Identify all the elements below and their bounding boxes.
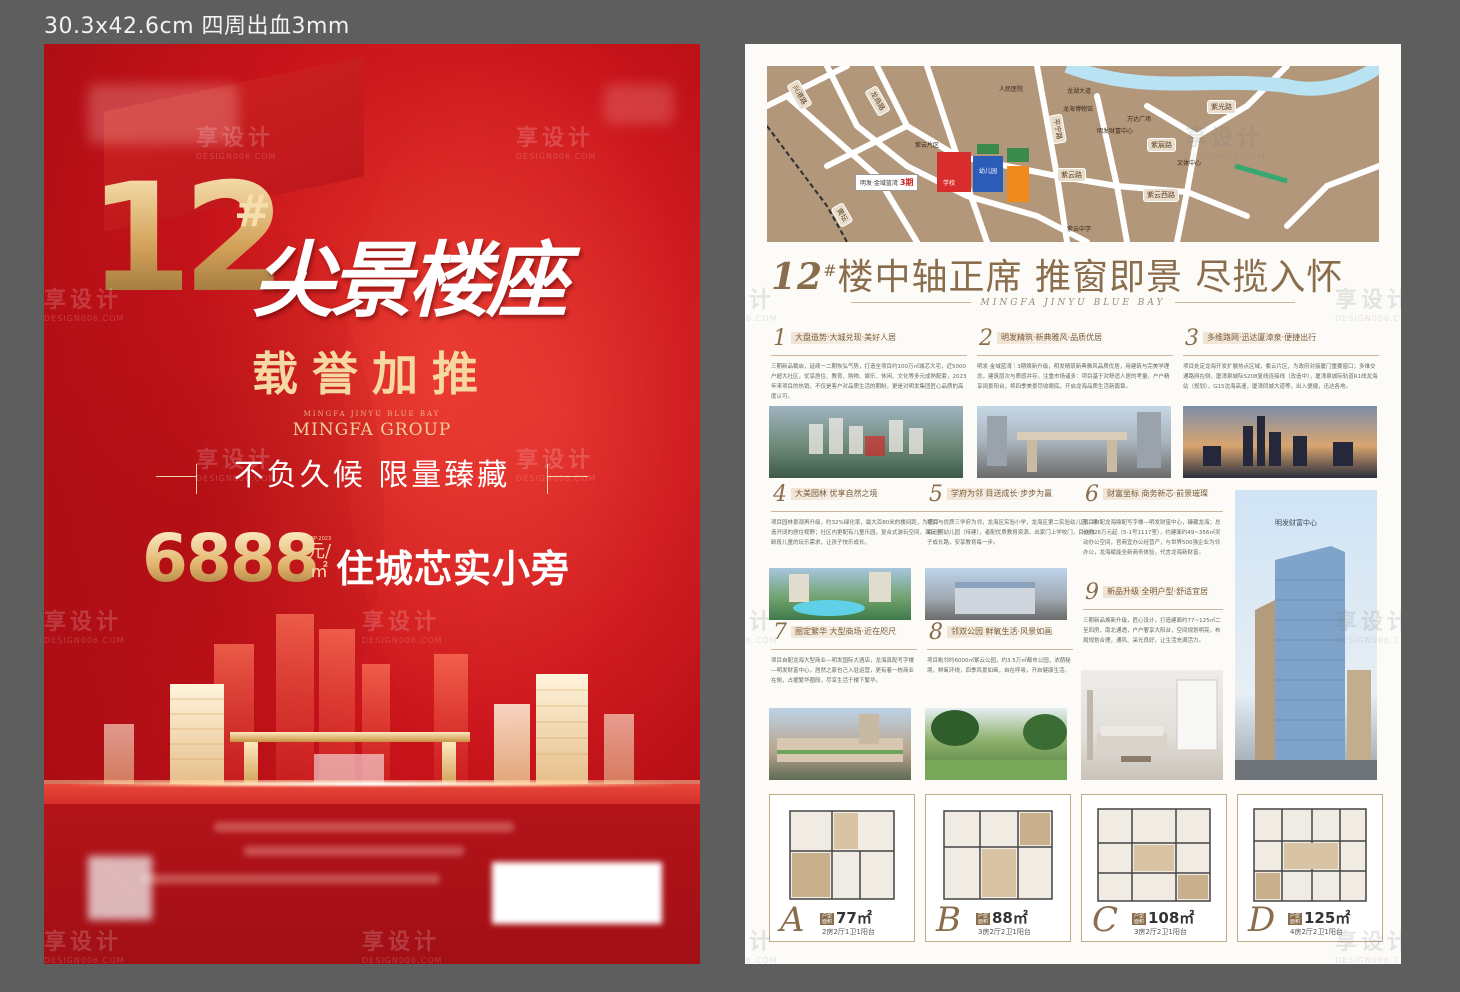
feature-1: 1 大盘造势·大城兑现·美好人居 三期新品载启，延续一二期恢弘气势，打造全项目约1… <box>771 326 967 400</box>
qr-code <box>88 856 152 920</box>
feature-6: 6 财富坐标 商务新芯·前景璀璨 项目自配龙海鼎配写字楼—明发财富中心，臻藏龙海；… <box>1083 482 1223 558</box>
feature-4: 4 大美园林 优享自然之境 项目园林景观再升级，约32%绿化率，最大百80米的楼间… <box>771 482 943 546</box>
floor-plan-d: D 户型面积 125㎡ 4房2厅2卫1阳台 <box>1237 794 1383 942</box>
school-photo <box>925 568 1067 620</box>
back-headline-english: MINGFA JINYU BLUE BAY <box>745 298 1401 308</box>
garden-pool-photo <box>769 568 911 620</box>
map-place-label: 人民医院 <box>999 86 1024 93</box>
entrance-photo <box>977 406 1171 478</box>
front-headline: 尖景楼座 <box>252 233 568 329</box>
watermark: 享设计DESIGN006.COM <box>1335 610 1401 645</box>
project-marker: 明发·金域蓝湾 3期 <box>855 174 919 191</box>
map-place-label: 学校 <box>943 180 956 187</box>
price-unit: TOP·2023 元/㎡ <box>306 536 332 582</box>
map-road-label: 紫云路 <box>1057 168 1086 182</box>
print-spec-label: 30.3x42.6cm 四周出血3mm <box>44 14 350 39</box>
floor-plan-b: B 户型面积 88㎡ 3房2厅2卫1阳台 <box>925 794 1071 942</box>
back-headline: 12#楼中轴正席 推窗即景 尽揽入怀 <box>771 256 1344 298</box>
map-place-label: 明发财富中心 <box>1097 128 1134 135</box>
map-place-label: 紫云中学 <box>1067 226 1092 233</box>
watermark: 享设计DESIGN006.COM <box>196 126 277 161</box>
watermark: 享设计DESIGN006.COM <box>44 930 125 964</box>
floor-plan-c: C 户型面积 108㎡ 3房2厅2卫1阳台 <box>1081 794 1227 942</box>
map-road-label: 紫云西路 <box>1143 188 1179 202</box>
watermark: 享设计DESIGN006.COM <box>745 288 778 323</box>
watermark: 享设计DESIGN006.COM <box>516 448 597 483</box>
watermark: 享设计DESIGN006.COM <box>362 610 443 645</box>
feature-2: 2 明发精筑·新典雅风·品质优居 明发·金域蓝湾｜3期焕新升级，明发精筑新典雅风品… <box>977 326 1173 392</box>
map-place-label: 幼儿园 <box>979 168 998 175</box>
brand-english: MINGFA JINYU BLUE BAY MINGFA GROUP <box>292 410 452 440</box>
watermark: 享设计DESIGN006.COM <box>516 126 597 161</box>
floor-plan-a: A 户型面积 77㎡ 2房2厅1卫1阳台 <box>769 794 915 942</box>
flyer-back: 兴港路 龙商路 平宁路 紫云路 紫光路 紫宸路 紫云西路 黄坛 紫云片区 人民医… <box>745 44 1401 964</box>
city-night-photo <box>1183 406 1377 478</box>
watermark: 享设计DESIGN006.COM <box>1185 126 1266 161</box>
watermark: 享设计DESIGN006.COM <box>745 930 778 964</box>
aerial-photo <box>769 406 963 478</box>
feature-5: 5 学府为邻 目送成长·步步为赢 项目与优质三学府为邻，龙海区实验小学，龙海区第二… <box>927 482 1099 546</box>
watermark: 享设计DESIGN006.COM <box>1335 288 1401 323</box>
price-tagline: 住城芯实小旁 <box>336 547 571 591</box>
flyer-front: 12 # 尖景楼座 载誉加推 MINGFA JINYU BLUE BAY MIN… <box>44 44 700 964</box>
interior-photo <box>1081 670 1223 780</box>
front-subtitle: 载誉加推 <box>252 347 492 401</box>
commercial-photo <box>769 708 911 780</box>
feature-9: 9 新品升级 全明户型·舒适宜居 三期新品焕新升级，匠心设计，打造建面约77~12… <box>1083 580 1223 646</box>
watermark: 享设计DESIGN006.COM <box>44 610 125 645</box>
watermark: 享设计DESIGN006.COM <box>196 448 277 483</box>
blurred-contact-box <box>492 862 662 924</box>
feature-8: 8 邻双公园 鲜氧生活·风景如画 项目毗邻约6000㎡紫云公园，约3.5万㎡都市公… <box>927 620 1073 676</box>
location-map: 兴港路 龙商路 平宁路 紫云路 紫光路 紫宸路 紫云西路 黄坛 紫云片区 人民医… <box>767 66 1379 242</box>
feature-3: 3 多维路网·迅达厦漳泉·便捷出行 项目处定龙海开发扩展热点区域，紫云片区，为政府… <box>1183 326 1379 390</box>
map-place-label: 万达广场 <box>1127 116 1152 123</box>
watermark: 享设计DESIGN006.COM <box>362 930 443 964</box>
park-photo <box>925 708 1067 780</box>
watermark: 享设计DESIGN006.COM <box>1335 930 1401 964</box>
watermark: 享设计DESIGN006.COM <box>44 288 125 323</box>
tower-label: 明发财富中心 <box>1275 519 1317 527</box>
map-place-label: 龙海博物馆 <box>1063 106 1094 113</box>
map-place-label: 紫云片区 <box>915 142 940 149</box>
blurred-logo-right <box>604 84 674 124</box>
feature-7: 7 圈定繁华 大型商场·近在咫尺 项目自配龙海大型商业—明发国际大酒店，龙海真配写… <box>771 620 917 686</box>
price-value: 6888 <box>142 520 320 597</box>
watermark: 享设计DESIGN006.COM <box>745 610 778 645</box>
map-road-label: 紫光路 <box>1207 100 1236 114</box>
map-road-label: 紫宸路 <box>1147 138 1176 152</box>
map-place-label: 龙湖大道 <box>1067 88 1092 95</box>
